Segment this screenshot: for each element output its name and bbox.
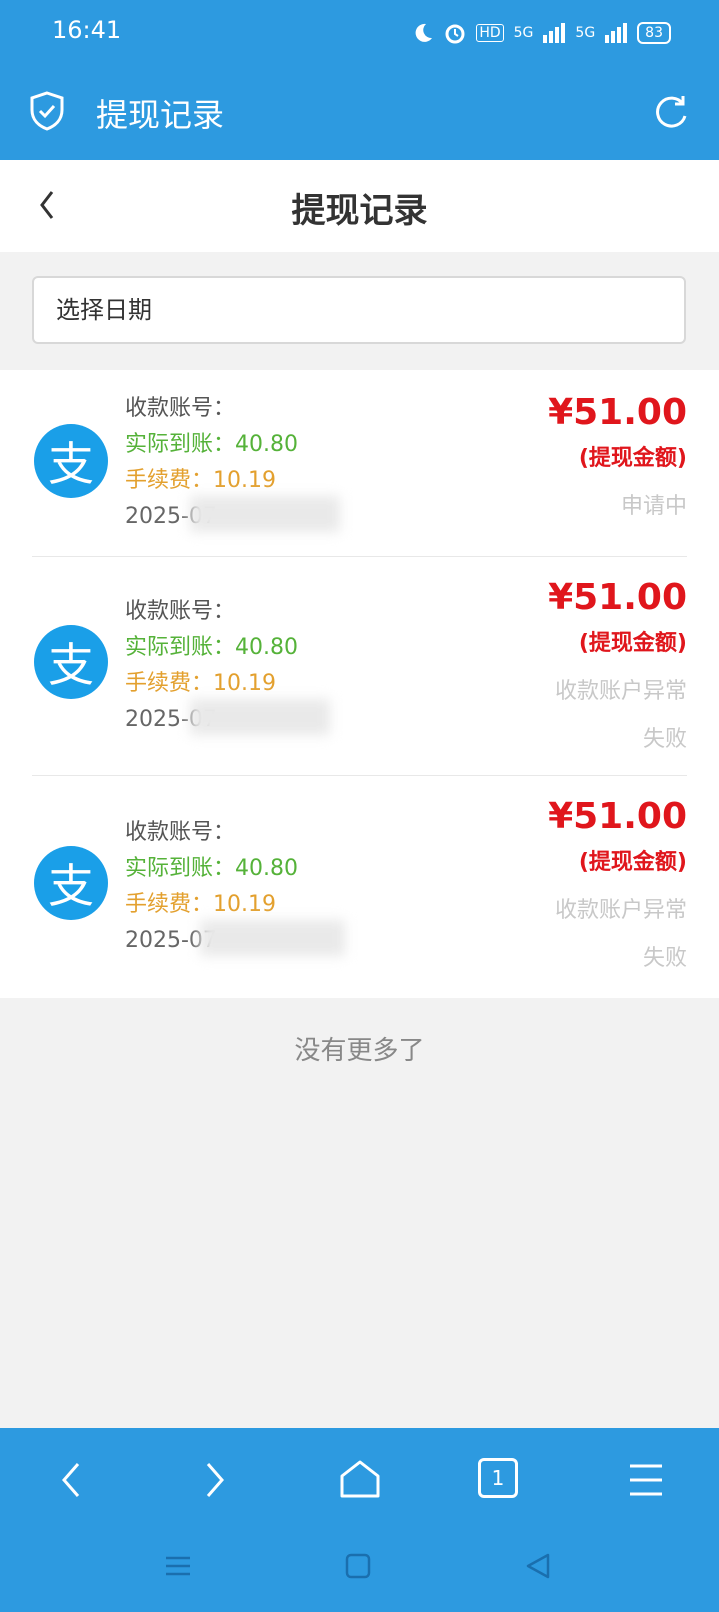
account-label: 收款账号： <box>125 599 236 624</box>
battery-indicator: 83 <box>637 22 671 44</box>
system-back-icon[interactable] <box>522 1550 554 1582</box>
actual-amount: 实际到账：40.80 <box>125 635 298 660</box>
signal-2-label: 5G <box>575 25 596 41</box>
list-item[interactable]: 支 收款账号： 实际到账：40.80 手续费：10.19 2025-07 ¥51… <box>0 557 719 775</box>
redacted-blur <box>230 384 390 424</box>
menu-icon[interactable] <box>622 1456 670 1504</box>
record-result: 失败 <box>642 727 687 752</box>
alipay-logo-icon: 支 <box>34 625 108 699</box>
fee-amount: 手续费：10.19 <box>125 671 276 696</box>
account-label: 收款账号： <box>125 820 236 845</box>
record-status: 收款账户异常 <box>554 898 687 923</box>
app-bar-title: 提现记录 <box>96 96 225 134</box>
redacted-blur <box>230 587 380 623</box>
record-result: 失败 <box>642 946 687 971</box>
amount-tag: (提现金额) <box>578 850 687 875</box>
signal-2-icon <box>605 23 628 43</box>
withdraw-amount: ¥51.00 <box>548 796 687 837</box>
amount-tag: (提现金额) <box>578 631 687 656</box>
tab-count-button[interactable]: 1 <box>478 1458 518 1498</box>
date-picker-input[interactable]: 选择日期 <box>32 276 686 344</box>
browser-forward-icon[interactable] <box>190 1456 238 1504</box>
system-menu-icon[interactable] <box>162 1550 194 1582</box>
page-title: 提现记录 <box>291 191 428 231</box>
fee-amount: 手续费：10.19 <box>125 892 276 917</box>
withdrawal-list: 支 收款账号： 实际到账：40.80 手续费：10.19 2025-07 ¥51… <box>0 370 719 998</box>
actual-amount: 实际到账：40.80 <box>125 432 298 457</box>
browser-home-icon[interactable] <box>336 1456 384 1504</box>
no-more-text: 没有更多了 <box>294 1036 425 1066</box>
redacted-blur <box>190 699 330 735</box>
account-label: 收款账号： <box>125 396 236 421</box>
hd-badge: HD <box>476 24 504 42</box>
system-home-icon[interactable] <box>342 1550 374 1582</box>
fee-amount: 手续费：10.19 <box>125 468 276 493</box>
shield-check-icon[interactable] <box>28 90 66 132</box>
alipay-logo-icon: 支 <box>34 846 108 920</box>
redacted-blur <box>230 808 380 844</box>
moon-icon <box>415 23 433 42</box>
record-status: 收款账户异常 <box>554 679 687 704</box>
withdraw-amount: ¥51.00 <box>548 392 687 433</box>
signal-1-label: 5G <box>513 25 534 41</box>
alarm-icon <box>445 24 465 44</box>
signal-1-icon <box>543 23 566 43</box>
record-status: 申请中 <box>620 494 687 519</box>
withdraw-amount: ¥51.00 <box>548 577 687 618</box>
list-item[interactable]: 支 收款账号： 实际到账：40.80 手续费：10.19 2025-07 ¥51… <box>0 370 719 556</box>
list-item[interactable]: 支 收款账号： 实际到账：40.80 手续费：10.19 2025-07 ¥51… <box>0 776 719 998</box>
browser-back-icon[interactable] <box>48 1456 96 1504</box>
actual-amount: 实际到账：40.80 <box>125 856 298 881</box>
amount-tag: (提现金额) <box>578 446 687 471</box>
redacted-blur <box>190 496 340 532</box>
redacted-blur <box>200 920 345 956</box>
refresh-icon[interactable] <box>651 92 691 132</box>
status-time: 16:41 <box>52 16 122 44</box>
status-icons: HD 5G 5G 83 <box>412 18 671 48</box>
alipay-logo-icon: 支 <box>34 424 108 498</box>
